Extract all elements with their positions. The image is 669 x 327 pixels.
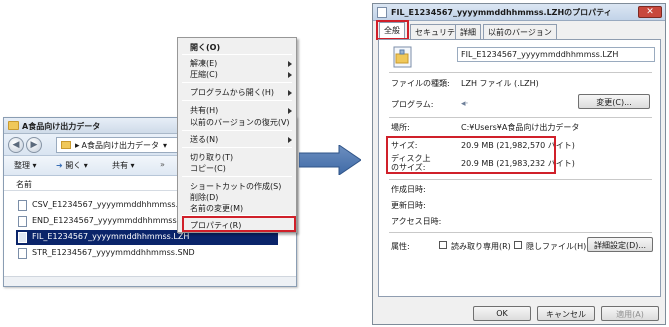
accessed-label: アクセス日時: xyxy=(391,217,442,226)
file-name-field[interactable]: FIL_E1234567_yyyymmddhhmmss.LZH xyxy=(457,47,655,62)
horizontal-scrollbar[interactable] xyxy=(4,276,296,286)
file-icon xyxy=(18,216,27,227)
menu-item-open[interactable]: 開く(O) xyxy=(190,42,220,53)
menu-item-share[interactable]: 共有(H) xyxy=(190,105,218,116)
open-icon: ➜ xyxy=(56,161,63,170)
change-button[interactable]: 変更(C)... xyxy=(578,94,650,109)
file-icon xyxy=(18,248,27,259)
context-menu: 開く(O) 解凍(E) 圧縮(C) プログラムから開く(H) 共有(H) 以前の… xyxy=(177,37,297,233)
type-label: ファイルの種類: xyxy=(391,79,450,88)
tab-previous-versions[interactable]: 以前のバージョン xyxy=(483,24,557,39)
back-button[interactable]: ◀ xyxy=(8,137,24,153)
divider xyxy=(389,72,652,73)
type-value: LZH ファイル (.LZH) xyxy=(461,79,539,88)
folder-icon xyxy=(61,141,71,149)
menu-item-send-to[interactable]: 送る(N) xyxy=(190,134,218,145)
divider xyxy=(389,232,652,233)
menu-separator xyxy=(182,54,292,55)
readonly-checkbox[interactable] xyxy=(439,241,447,249)
submenu-arrow-icon xyxy=(288,72,292,78)
menu-item-open-with[interactable]: プログラムから開く(H) xyxy=(190,87,274,98)
organize-button[interactable]: 整理 ▾ xyxy=(14,160,37,171)
menu-separator xyxy=(182,82,292,83)
hidden-label: 隠しファイル(H) xyxy=(526,242,587,251)
menu-separator xyxy=(182,130,292,131)
highlight-box xyxy=(386,136,556,174)
open-button[interactable]: ➜ 開く ▾ xyxy=(56,160,88,171)
share-button[interactable]: 共有 ▾ xyxy=(112,160,135,171)
file-icon xyxy=(18,200,27,211)
cancel-button[interactable]: キャンセル xyxy=(537,306,595,321)
folder-icon xyxy=(8,121,19,130)
menu-separator xyxy=(182,100,292,101)
submenu-arrow-icon xyxy=(288,137,292,143)
menu-separator xyxy=(182,147,292,148)
menu-item-restore-previous[interactable]: 以前のバージョンの復元(V) xyxy=(190,117,290,128)
properties-dialog: FIL_E1234567_yyyymmddhhmmss.LZHのプロパティ ✕ … xyxy=(372,3,666,325)
submenu-arrow-icon xyxy=(288,61,292,67)
dialog-title: FIL_E1234567_yyyymmddhhmmss.LZHのプロパティ xyxy=(391,8,612,17)
menu-separator xyxy=(182,176,292,177)
menu-item-cut[interactable]: 切り取り(T) xyxy=(190,152,233,163)
submenu-arrow-icon xyxy=(288,90,292,96)
program-label: プログラム: xyxy=(391,100,434,109)
file-icon xyxy=(18,232,27,243)
more-button[interactable]: » xyxy=(160,160,165,169)
forward-button[interactable]: ▶ xyxy=(26,137,42,153)
ok-button[interactable]: OK xyxy=(473,306,531,321)
apply-button[interactable]: 適用(A) xyxy=(601,306,659,321)
close-button[interactable]: ✕ xyxy=(638,6,662,18)
created-label: 作成日時: xyxy=(391,185,426,194)
menu-item-compress[interactable]: 圧縮(C) xyxy=(190,69,218,80)
dialog-title-bar: FIL_E1234567_yyyymmddhhmmss.LZHのプロパティ ✕ xyxy=(373,4,665,21)
highlight-box xyxy=(182,216,296,232)
location-value: C:¥Users¥A食品向け出力データ xyxy=(461,123,580,132)
menu-item-copy[interactable]: コピー(C) xyxy=(190,163,226,174)
location-label: 場所: xyxy=(391,123,410,132)
address-text: A食品向け出力データ xyxy=(81,141,160,150)
readonly-label: 読み取り専用(R) xyxy=(451,242,511,251)
highlight-box xyxy=(376,20,409,40)
menu-item-create-shortcut[interactable]: ショートカットの作成(S) xyxy=(190,181,281,192)
menu-item-delete[interactable]: 削除(D) xyxy=(190,192,218,203)
lzh-file-icon xyxy=(393,46,412,68)
tab-details[interactable]: 詳細 xyxy=(455,24,481,39)
divider xyxy=(389,179,652,180)
divider xyxy=(389,117,652,118)
arrow-right-icon xyxy=(299,145,361,175)
hidden-checkbox[interactable] xyxy=(514,241,522,249)
file-row[interactable]: STR_E1234567_yyyymmddhhmmss.SND xyxy=(16,246,278,261)
file-icon xyxy=(377,7,387,18)
modified-label: 更新日時: xyxy=(391,201,426,210)
attributes-label: 属性: xyxy=(391,242,410,251)
breadcrumb-chevron-icon: ▸ xyxy=(75,141,80,151)
menu-item-rename[interactable]: 名前の変更(M) xyxy=(190,203,243,214)
explorer-title: A食品向け出力データ xyxy=(22,122,101,131)
program-icon: ◂· xyxy=(461,99,469,109)
chevron-down-icon[interactable]: ▾ xyxy=(163,141,167,150)
submenu-arrow-icon xyxy=(288,108,292,114)
menu-item-extract[interactable]: 解凍(E) xyxy=(190,58,217,69)
advanced-button[interactable]: 詳細設定(D)... xyxy=(587,237,653,252)
general-panel: FIL_E1234567_yyyymmddhhmmss.LZH ファイルの種類:… xyxy=(378,39,661,297)
